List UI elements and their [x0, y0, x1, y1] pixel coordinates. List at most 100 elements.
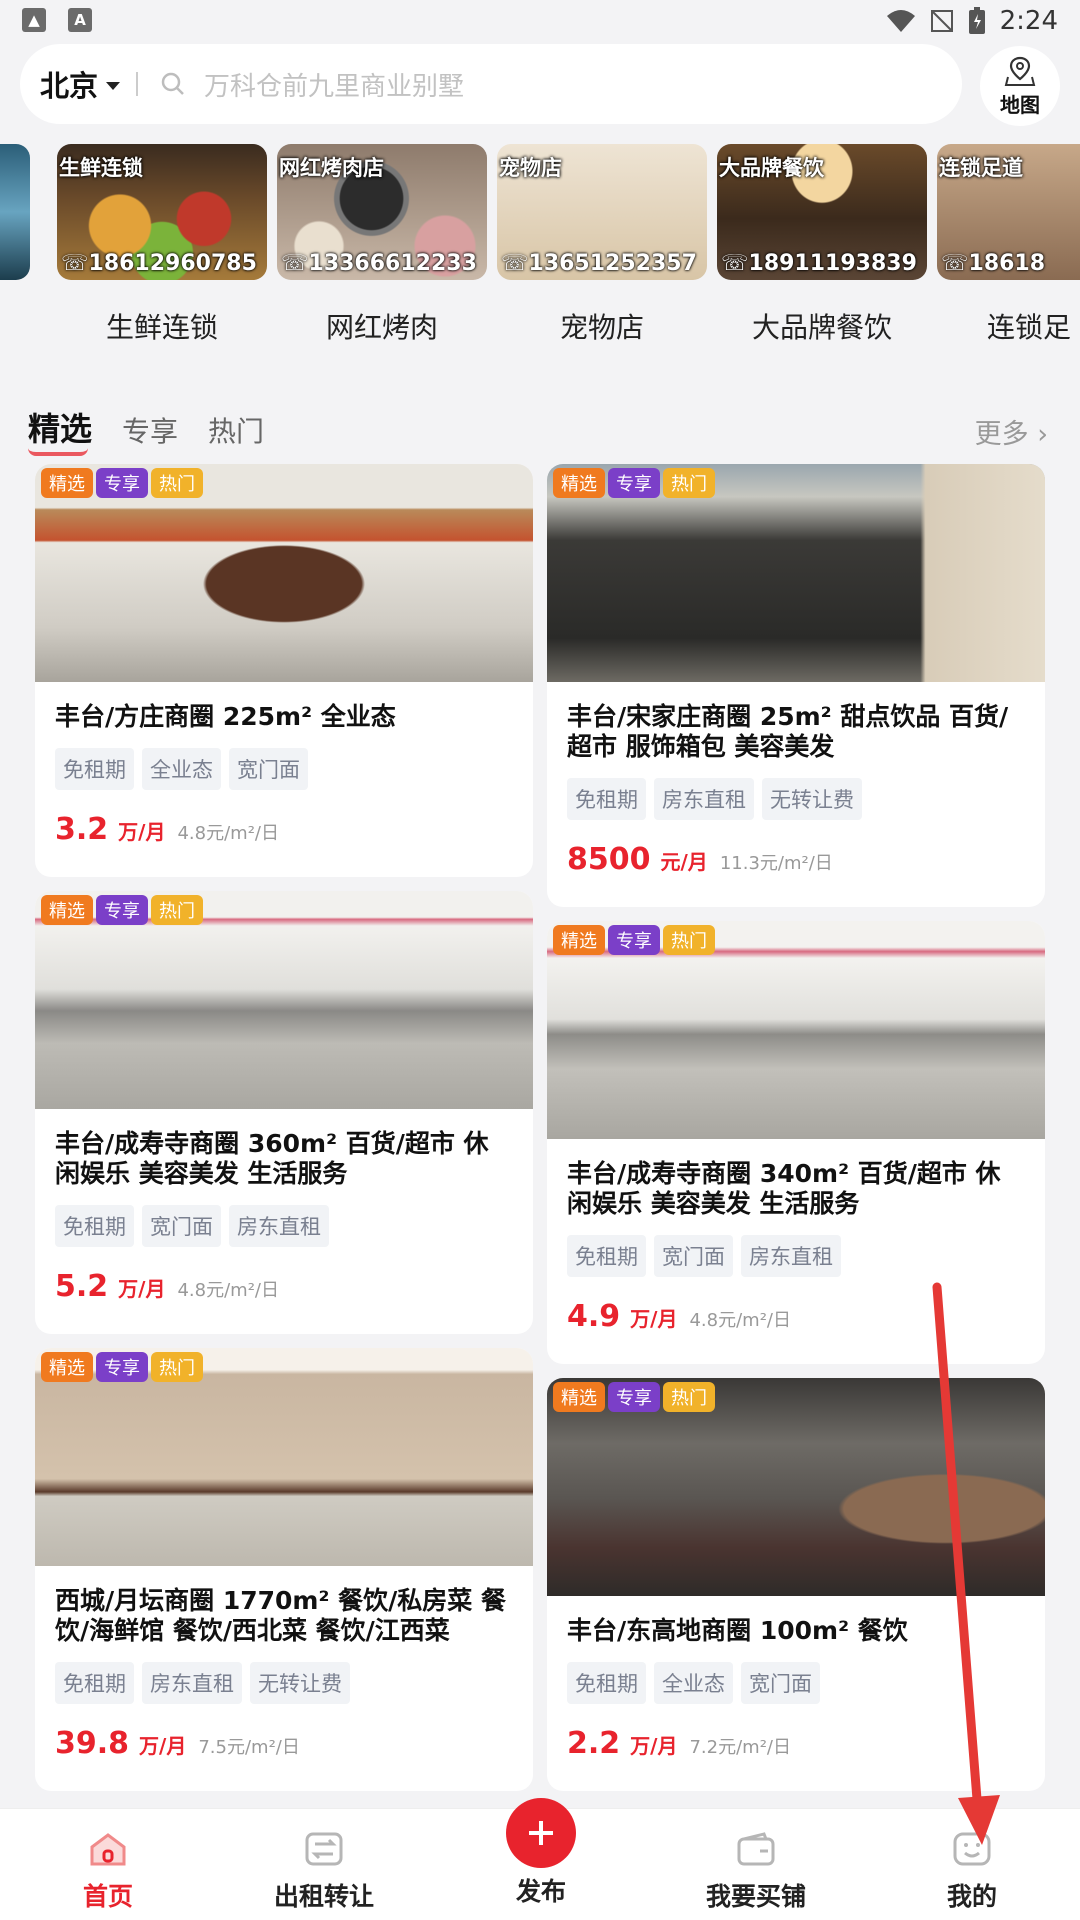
- price-row: 4.9 万/月 4.8元/m²/日: [567, 1299, 1025, 1334]
- category-phone: ☏18618: [941, 251, 1046, 276]
- tag: 免租期: [55, 748, 134, 790]
- tag: 宽门面: [741, 1662, 820, 1704]
- tag-list: 免租期 宽门面 房东直租: [55, 1205, 513, 1247]
- category-phone: ☏13366612233: [281, 251, 477, 276]
- listing-photo: 精选 专享 热门: [547, 921, 1045, 1139]
- nav-mine[interactable]: 我的: [902, 1831, 1042, 1913]
- unit-price: 11.3元/m²/日: [719, 853, 833, 874]
- tab-label: 精选: [28, 410, 93, 448]
- city-selector[interactable]: 北京: [40, 63, 98, 105]
- category-label: 网红烤肉: [325, 311, 438, 344]
- category-label: 连锁足: [987, 311, 1072, 344]
- badge-featured: 精选: [41, 1352, 93, 1382]
- category-thumb-title: 生鲜连锁: [59, 156, 143, 180]
- price-unit: 万/月: [118, 1277, 166, 1301]
- price-row: 3.2 万/月 4.8元/m²/日: [55, 812, 513, 847]
- category-thumb-title: 大品牌餐饮: [719, 156, 824, 180]
- badge-group: 精选 专享 热门: [553, 1382, 715, 1412]
- nav-rent-transfer[interactable]: 出租转让: [254, 1831, 394, 1913]
- tag: 免租期: [55, 1205, 134, 1247]
- tag-list: 免租期 全业态 宽门面: [55, 748, 513, 790]
- tag: 房东直租: [741, 1235, 841, 1277]
- transfer-icon: [305, 1832, 343, 1866]
- no-signal-icon: [930, 10, 953, 32]
- tag: 无转让费: [762, 778, 862, 820]
- price: 2.2: [567, 1726, 621, 1761]
- smiley-icon: [953, 1832, 991, 1866]
- status-bar: ▲ A 2:24: [0, 0, 1080, 42]
- category-item-fresh[interactable]: 生鲜连锁 ☏18612960785 生鲜连锁: [57, 144, 267, 344]
- badge-group: 精选 专享 热门: [41, 1352, 203, 1382]
- tag: 宽门面: [229, 748, 308, 790]
- tab-hot[interactable]: 热门: [208, 410, 264, 450]
- badge-hot: 热门: [151, 895, 203, 925]
- badge-featured: 精选: [41, 468, 93, 498]
- publish-button[interactable]: [506, 1798, 576, 1868]
- listing-photo: 精选 专享 热门: [35, 891, 533, 1109]
- price-unit: 万/月: [139, 1734, 187, 1758]
- more-link[interactable]: 更多 ›: [975, 412, 1048, 451]
- listing-card[interactable]: 精选 专享 热门 丰台/宋家庄商圈 25m² 甜点饮品 百货/超市 服饰箱包 美…: [547, 464, 1045, 907]
- badge-featured: 精选: [553, 468, 605, 498]
- search-input[interactable]: 万科仓前九里商业别墅: [204, 66, 464, 103]
- category-item[interactable]: [0, 144, 30, 280]
- listing-title: 丰台/成寿寺商圈 340m² 百货/超市 休闲娱乐 美容美发 生活服务: [567, 1159, 1001, 1218]
- badge-exclusive: 专享: [608, 925, 660, 955]
- listing-photo: 精选 专享 热门: [35, 1348, 533, 1566]
- listing-card[interactable]: 精选 专享 热门 丰台/方庄商圈 225m² 全业态 免租期 全业态 宽门面 3…: [35, 464, 533, 877]
- unit-price: 7.2元/m²/日: [689, 1737, 791, 1758]
- badge-hot: 热门: [151, 468, 203, 498]
- category-thumb-title: 宠物店: [499, 156, 562, 180]
- nav-label: 出租转让: [273, 1882, 374, 1911]
- tab-featured[interactable]: 精选: [28, 404, 93, 456]
- map-pin-icon: [1004, 56, 1036, 86]
- listing-column-right: 精选 专享 热门 丰台/宋家庄商圈 25m² 甜点饮品 百货/超市 服饰箱包 美…: [547, 464, 1045, 1805]
- clock: 2:24: [999, 6, 1058, 36]
- category-thumbnail: 连锁足道 ☏18618: [937, 144, 1080, 280]
- tab-active-indicator: [28, 448, 88, 456]
- listing-title: 西城/月坛商圈 1770m² 餐饮/私房菜 餐饮/海鲜馆 餐饮/西北菜 餐饮/江…: [55, 1586, 506, 1645]
- nav-home[interactable]: 首页: [38, 1831, 178, 1913]
- category-item-bbq[interactable]: 网红烤肉店 ☏13366612233 网红烤肉: [277, 144, 487, 344]
- tag-list: 免租期 全业态 宽门面: [567, 1662, 1025, 1704]
- badge-exclusive: 专享: [608, 1382, 660, 1412]
- category-thumbnail: 大品牌餐饮 ☏18911193839: [717, 144, 927, 280]
- wallet-icon: [737, 1832, 775, 1866]
- listing-photo: 精选 专享 热门: [547, 464, 1045, 682]
- badge-group: 精选 专享 热门: [553, 468, 715, 498]
- tag: 免租期: [567, 1662, 646, 1704]
- tag: 全业态: [142, 748, 221, 790]
- search-bar[interactable]: 北京 万科仓前九里商业别墅: [20, 44, 962, 124]
- tag: 宽门面: [654, 1235, 733, 1277]
- listing-photo: 精选 专享 热门: [547, 1378, 1045, 1596]
- listing-card[interactable]: 精选 专享 热门 丰台/成寿寺商圈 360m² 百货/超市 休闲娱乐 美容美发 …: [35, 891, 533, 1334]
- category-item-pet[interactable]: 宠物店 ☏13651252357 宠物店: [497, 144, 707, 344]
- listing-card[interactable]: 精选 专享 热门 丰台/东高地商圈 100m² 餐饮 免租期 全业态 宽门面 2…: [547, 1378, 1045, 1791]
- tag: 全业态: [654, 1662, 733, 1704]
- category-phone: ☏18911193839: [721, 251, 917, 276]
- badge-featured: 精选: [41, 895, 93, 925]
- badge-hot: 热门: [663, 1382, 715, 1412]
- image-icon: ▲: [22, 8, 46, 32]
- category-thumbnail: [0, 144, 30, 280]
- nav-buy-shop[interactable]: 我要买铺: [686, 1831, 826, 1913]
- category-thumb-title: 网红烤肉店: [279, 156, 384, 180]
- category-item-foot-spa[interactable]: 连锁足道 ☏18618 连锁足: [937, 144, 1080, 344]
- tab-exclusive[interactable]: 专享: [122, 410, 178, 450]
- category-carousel[interactable]: 生鲜连锁 ☏18612960785 生鲜连锁 网红烤肉店 ☏1336661223…: [0, 144, 1080, 344]
- publish-label: 发布: [515, 1877, 566, 1906]
- divider: [136, 72, 139, 96]
- chevron-down-icon[interactable]: [106, 81, 121, 90]
- search-icon: [160, 69, 190, 99]
- map-button[interactable]: 地图: [980, 46, 1060, 126]
- badge-hot: 热门: [151, 1352, 203, 1382]
- price: 39.8: [55, 1726, 130, 1761]
- category-item-restaurant[interactable]: 大品牌餐饮 ☏18911193839 大品牌餐饮: [717, 144, 927, 344]
- badge-exclusive: 专享: [96, 895, 148, 925]
- category-phone: ☏13651252357: [501, 251, 697, 276]
- price: 5.2: [55, 1269, 109, 1304]
- font-icon: A: [68, 8, 92, 32]
- listing-card[interactable]: 精选 专享 热门 西城/月坛商圈 1770m² 餐饮/私房菜 餐饮/海鲜馆 餐饮…: [35, 1348, 533, 1791]
- nav-label: 首页: [82, 1882, 133, 1911]
- listing-card[interactable]: 精选 专享 热门 丰台/成寿寺商圈 340m² 百货/超市 休闲娱乐 美容美发 …: [547, 921, 1045, 1364]
